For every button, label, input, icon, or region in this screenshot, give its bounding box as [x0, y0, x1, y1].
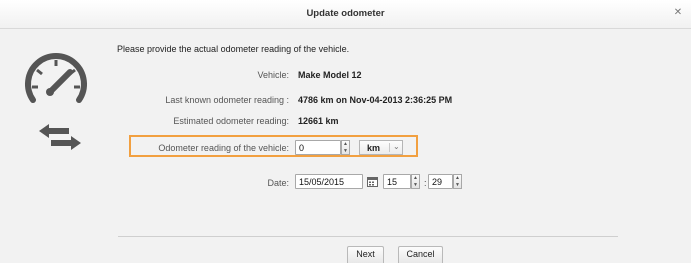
unit-value: km: [367, 143, 381, 153]
chevron-down-icon[interactable]: ▼: [342, 148, 349, 155]
odometer-reading-input[interactable]: [295, 140, 341, 155]
chevron-down-icon[interactable]: ▼: [412, 182, 419, 189]
dialog-titlebar: Update odometer ✕: [0, 0, 691, 29]
last-odometer-label: Last known odometer reading :: [165, 95, 289, 105]
vehicle-label: Vehicle:: [257, 70, 289, 80]
cancel-button[interactable]: Cancel: [398, 246, 443, 263]
date-label: Date:: [267, 178, 289, 188]
intro-text: Please provide the actual odometer readi…: [117, 44, 350, 54]
chevron-down-icon[interactable]: ▼: [454, 182, 461, 189]
hour-stepper[interactable]: ▲ ▼: [411, 174, 420, 189]
estimated-odometer-label: Estimated odometer reading:: [173, 116, 289, 126]
estimated-odometer-value: 12661 km: [298, 116, 339, 126]
footer-divider: [118, 236, 618, 237]
minute-stepper[interactable]: ▲ ▼: [453, 174, 462, 189]
speedometer-icon: [25, 53, 87, 103]
date-input[interactable]: [295, 174, 363, 189]
next-button[interactable]: Next: [347, 246, 384, 263]
odometer-reading-label: Odometer reading of the vehicle:: [158, 143, 289, 153]
time-separator: :: [424, 178, 427, 188]
vehicle-value: Make Model 12: [298, 70, 362, 80]
minute-input[interactable]: [428, 174, 453, 189]
unit-divider: [389, 143, 390, 152]
last-odometer-value: 4786 km on Nov-04-2013 2:36:25 PM: [298, 95, 453, 105]
unit-select[interactable]: km ⌄: [359, 140, 403, 155]
chevron-down-icon[interactable]: ⌄: [393, 142, 400, 151]
hour-input[interactable]: [383, 174, 411, 189]
dialog-title: Update odometer: [306, 8, 385, 19]
odometer-reading-stepper[interactable]: ▲ ▼: [341, 140, 350, 155]
swap-arrows-icon: [39, 124, 81, 150]
calendar-icon[interactable]: [367, 176, 378, 187]
close-icon[interactable]: ✕: [673, 8, 683, 18]
